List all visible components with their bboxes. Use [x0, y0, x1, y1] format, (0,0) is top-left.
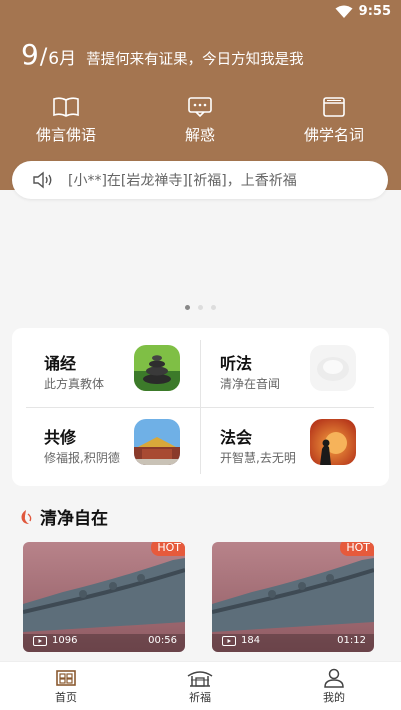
- tab-label: 祈福: [189, 691, 211, 704]
- nav-fo-yan-fo-yu[interactable]: 佛言佛语: [11, 96, 121, 145]
- feature-subtitle: 清净在音闻: [220, 377, 281, 391]
- section-header: 清净自在: [18, 504, 108, 529]
- feature-subtitle: 开智慧,去无明: [220, 451, 296, 465]
- temple-image: [134, 419, 180, 465]
- video-card[interactable]: HOT 184 01:12: [212, 542, 374, 652]
- carousel-indicator: [0, 305, 401, 310]
- date-day: 9: [21, 38, 39, 71]
- notice-bar[interactable]: [小**]在[岩龙禅寺][祈福]，上香祈福: [12, 161, 388, 199]
- sunset-monk-image: [310, 419, 356, 465]
- notice-text: [小**]在[岩龙禅寺][祈福]，上香祈福: [68, 173, 297, 189]
- tab-home[interactable]: 首页: [26, 668, 106, 705]
- carousel-dot: [198, 305, 203, 310]
- home-icon: [56, 670, 76, 686]
- nav-jie-huo[interactable]: 解惑: [145, 96, 255, 145]
- feature-title: 诵经: [44, 354, 77, 373]
- play-count-icon: [33, 635, 47, 646]
- speaker-icon: [33, 171, 52, 189]
- nav-label: 解惑: [184, 126, 215, 144]
- quick-nav: 佛言佛语 解惑 佛学名词: [0, 96, 401, 146]
- feature-listen[interactable]: 听法 清净在音闻: [208, 344, 383, 404]
- feature-subtitle: 此方真教体: [44, 377, 105, 391]
- feature-title: 听法: [220, 354, 253, 373]
- white-flower-image: [310, 345, 356, 391]
- feature-subtitle: 修福报,积阴德: [44, 451, 120, 465]
- carousel-dot-active: [185, 305, 190, 310]
- hot-badge: HOT: [151, 542, 185, 556]
- nav-fo-xue-ming-ci[interactable]: 佛学名词: [279, 96, 389, 145]
- wifi-icon: [335, 5, 353, 18]
- status-bar: 9:55: [0, 0, 401, 26]
- banner-carousel[interactable]: [0, 200, 401, 312]
- tab-pray[interactable]: 祈福: [160, 668, 240, 705]
- status-time: 9:55: [358, 4, 391, 19]
- hot-badge: HOT: [340, 542, 374, 556]
- card-icon: [323, 97, 345, 117]
- feature-title: 共修: [44, 428, 77, 447]
- feature-title: 法会: [220, 428, 253, 447]
- tab-mine[interactable]: 我的: [294, 668, 374, 705]
- lotus-icon: [21, 509, 32, 524]
- divider: [26, 407, 374, 408]
- feature-grid: 诵经 此方真教体 听法 清净在音闻 共修 修福报,积阴德 法会 开智慧,去无明: [12, 328, 389, 486]
- date-quote-row: 9 / 6月 菩提何来有证果，今日方知我是我: [21, 38, 304, 71]
- play-count-icon: [222, 635, 236, 646]
- tab-label: 我的: [323, 691, 345, 704]
- nav-label: 佛学名词: [303, 126, 364, 144]
- date-month: 6月: [48, 49, 77, 69]
- bottom-tab-bar: 首页 祈福 我的: [0, 661, 401, 710]
- book-icon: [53, 97, 79, 117]
- video-duration: 01:12: [337, 635, 366, 646]
- carousel-dot: [211, 305, 216, 310]
- user-icon: [324, 668, 344, 688]
- zen-stones-image: [134, 345, 180, 391]
- video-duration: 00:56: [148, 635, 177, 646]
- chat-icon: [188, 97, 212, 118]
- section-title: 清净自在: [40, 509, 108, 529]
- feature-dharma-assembly[interactable]: 法会 开智慧,去无明: [208, 418, 383, 478]
- nav-label: 佛言佛语: [35, 126, 96, 144]
- feature-chanting[interactable]: 诵经 此方真教体: [20, 344, 195, 404]
- temple-icon: [187, 671, 213, 687]
- feature-practice[interactable]: 共修 修福报,积阴德: [20, 418, 195, 478]
- video-card[interactable]: HOT 1096 00:56: [23, 542, 185, 652]
- play-count: 1096: [52, 635, 78, 646]
- date-separator: /: [39, 45, 48, 70]
- daily-quote: 菩提何来有证果，今日方知我是我: [86, 52, 304, 68]
- tab-label: 首页: [55, 691, 77, 704]
- play-count: 184: [241, 635, 261, 646]
